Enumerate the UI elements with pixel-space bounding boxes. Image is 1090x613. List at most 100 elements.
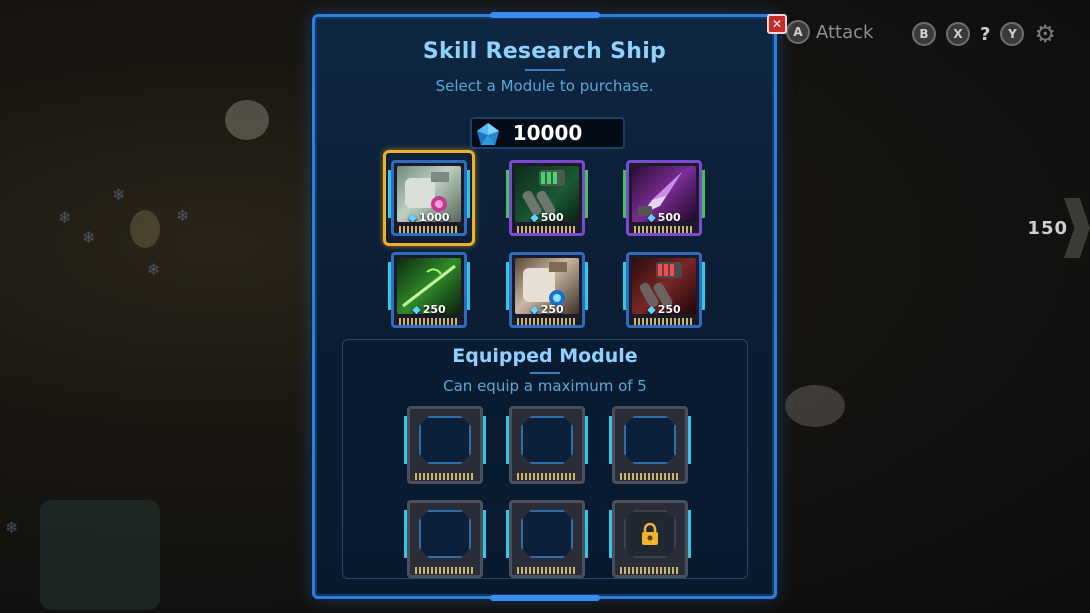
- snowflake-icon: ❄: [5, 518, 19, 537]
- equip-slot-6-locked[interactable]: [609, 500, 691, 578]
- help-icon[interactable]: ?: [980, 24, 990, 45]
- equip-slot-5[interactable]: [506, 500, 588, 578]
- a-button-icon: A: [786, 20, 810, 44]
- slot-socket: [521, 510, 573, 558]
- module-price-value: 250: [657, 303, 681, 316]
- dialog-subtitle: Select a Module to purchase.: [435, 77, 654, 95]
- crystal-gem-icon: ◆: [647, 211, 656, 224]
- frame-accent: [688, 416, 691, 464]
- attack-label: Attack: [816, 21, 874, 43]
- module-card-twin-missile[interactable]: ◆ 500: [506, 160, 588, 236]
- close-button[interactable]: ✕: [767, 14, 787, 34]
- close-icon: ✕: [771, 17, 783, 31]
- crystal-gem-icon: ◆: [647, 303, 656, 316]
- slot-socket: [419, 510, 471, 558]
- module-card-laser-strike[interactable]: ◆ 250: [388, 252, 470, 328]
- equipped-title-divider: [530, 372, 560, 374]
- slot-connector: [517, 473, 577, 480]
- crystal-gem-icon: ◆: [412, 303, 421, 316]
- module-price-value: 250: [422, 303, 446, 316]
- slot-socket: [419, 416, 471, 464]
- x-button[interactable]: X: [946, 22, 970, 46]
- slot-connector: [415, 567, 475, 574]
- frame-accent: [404, 416, 407, 464]
- equipped-subtitle: Can equip a maximum of 5: [443, 377, 647, 395]
- frame-accent: [483, 510, 486, 558]
- module-price-value: 250: [540, 303, 564, 316]
- equipped-title: Equipped Module: [452, 345, 638, 367]
- frame-accent: [506, 510, 509, 558]
- frame-accent: [404, 510, 407, 558]
- frame-accent: [467, 170, 470, 218]
- background-rock: [225, 100, 269, 140]
- module-card-shield-cannon[interactable]: ◆ 250: [506, 252, 588, 328]
- padlock-icon: [640, 522, 660, 546]
- frame-accent: [585, 416, 588, 464]
- slot-connector: [415, 473, 475, 480]
- module-price: ◆ 250: [626, 303, 702, 316]
- snowflake-icon: ❄: [82, 228, 96, 247]
- snowflake-icon: ❄: [176, 206, 190, 225]
- background-rock: [130, 210, 160, 248]
- module-price-value: 1000: [418, 211, 450, 224]
- module-price-value: 500: [540, 211, 564, 224]
- module-price: ◆ 1000: [391, 211, 467, 224]
- slot-connector: [517, 567, 577, 574]
- equipped-module-section: Equipped Module Can equip a maximum of 5: [342, 339, 748, 579]
- slot-connector: [620, 473, 680, 480]
- equip-slot-4[interactable]: [404, 500, 486, 578]
- frame-accent: [585, 170, 588, 218]
- background-rock: [785, 385, 845, 427]
- frame-accent: [506, 416, 509, 464]
- module-connector: [634, 226, 694, 233]
- slot-socket: [521, 416, 573, 464]
- frame-accent: [702, 262, 705, 310]
- attack-hint: A Attack: [786, 20, 873, 44]
- side-counter-value: 150: [1027, 217, 1068, 239]
- slot-socket: [624, 416, 676, 464]
- module-connector: [634, 318, 694, 325]
- currency-amount: 10000: [512, 121, 583, 145]
- module-price: ◆ 250: [509, 303, 585, 316]
- frame-accent: [609, 510, 612, 558]
- dialog-title: Skill Research Ship: [422, 39, 667, 64]
- b-button[interactable]: B: [912, 22, 936, 46]
- module-connector: [517, 318, 577, 325]
- module-card-rocket-pod[interactable]: ◆ 250: [623, 252, 705, 328]
- equip-slot-3[interactable]: [609, 406, 691, 484]
- crystal-gem-icon: ◆: [408, 211, 417, 224]
- panel-notch: [489, 595, 600, 601]
- frame-accent: [609, 416, 612, 464]
- snowflake-icon: ❄: [112, 185, 126, 204]
- frame-accent: [702, 170, 705, 218]
- crystal-gem-icon: ◆: [530, 211, 539, 224]
- frame-accent: [585, 510, 588, 558]
- slot-connector: [620, 567, 680, 574]
- controller-buttons: B X ? Y ⚙: [912, 20, 1056, 48]
- background-crystal: [40, 500, 160, 610]
- side-counter-tab[interactable]: 150: [1008, 198, 1090, 258]
- currency-display: 10000: [470, 117, 625, 149]
- snowflake-icon: ❄: [58, 208, 72, 227]
- equip-slot-2[interactable]: [506, 406, 588, 484]
- module-card-drill[interactable]: ◆ 500: [623, 160, 705, 236]
- frame-accent: [467, 262, 470, 310]
- module-connector: [399, 226, 459, 233]
- crystal-gem-icon: ◆: [530, 303, 539, 316]
- module-card-cannon[interactable]: ◆ 1000: [388, 160, 470, 236]
- equip-slot-1[interactable]: [404, 406, 486, 484]
- panel-notch: [489, 12, 600, 18]
- module-price-value: 500: [657, 211, 681, 224]
- title-divider: [524, 69, 565, 71]
- module-price: ◆ 500: [509, 211, 585, 224]
- module-price: ◆ 500: [626, 211, 702, 224]
- gear-icon[interactable]: ⚙: [1034, 20, 1056, 48]
- frame-accent: [688, 510, 691, 558]
- crystal-gem-icon: [470, 117, 506, 153]
- y-button[interactable]: Y: [1000, 22, 1025, 46]
- snowflake-icon: ❄: [147, 260, 161, 279]
- module-connector: [517, 226, 577, 233]
- frame-accent: [483, 416, 486, 464]
- module-price: ◆ 250: [391, 303, 467, 316]
- frame-accent: [585, 262, 588, 310]
